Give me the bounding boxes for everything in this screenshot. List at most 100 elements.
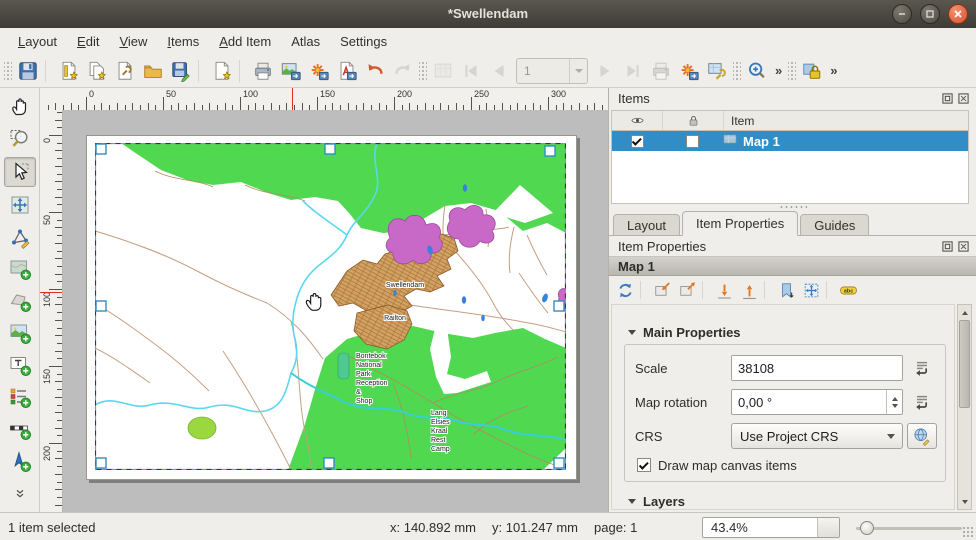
toolbar-overflow-button[interactable] [5,479,35,507]
resize-handle-se[interactable] [554,458,564,468]
spinner-buttons[interactable] [886,390,902,414]
add-map-button[interactable] [5,255,35,283]
layout-manager-button[interactable] [111,57,139,85]
scale-override-button[interactable] [907,355,937,381]
zoom-slider[interactable] [856,527,962,530]
label-settings-button[interactable]: abc [836,278,861,302]
zoom-level-combobox[interactable]: 43.4% [702,517,840,538]
scroll-thumb[interactable] [959,320,970,408]
crs-combobox[interactable]: Use Project CRS [731,423,903,449]
window-resize-grip[interactable] [962,526,973,537]
close-button[interactable] [948,4,968,24]
tab-layout[interactable]: Layout [613,214,680,235]
vertical-ruler[interactable]: 050100150200 [40,110,63,512]
toolbar-drag-handle[interactable] [788,60,796,82]
menu-items[interactable]: Items [157,31,209,52]
toolbar-drag-handle[interactable] [733,60,741,82]
set-map-extent-to-canvas-button[interactable] [650,278,675,302]
previous-feature-button[interactable] [485,57,513,85]
scale-input[interactable]: 38108 [731,355,903,381]
set-map-scale-to-canvas-button[interactable] [712,278,737,302]
next-feature-button[interactable] [591,57,619,85]
export-atlas-button[interactable] [675,57,703,85]
add-scalebar-button[interactable] [5,415,35,443]
save-as-template-button[interactable] [167,57,195,85]
menu-edit[interactable]: Edit [67,31,109,52]
zoom-tool-button[interactable] [5,125,35,153]
export-as-pdf-button[interactable] [333,57,361,85]
rotation-override-button[interactable] [907,389,937,415]
resize-handle-ne[interactable] [545,146,555,156]
items-row-map1[interactable]: Map 1 [612,131,968,151]
export-as-svg-button[interactable] [305,57,333,85]
atlas-settings-button[interactable] [703,57,731,85]
menu-add-item[interactable]: Add Item [209,31,281,52]
minimize-button[interactable] [892,4,912,24]
items-panel-float-button[interactable] [941,92,954,105]
print-atlas-button[interactable] [647,57,675,85]
menu-view[interactable]: View [109,31,157,52]
select-crs-button[interactable] [907,423,937,449]
first-feature-button[interactable] [457,57,485,85]
undo-button[interactable] [361,57,389,85]
add-label-button[interactable] [5,351,35,379]
menu-settings[interactable]: Settings [330,31,397,52]
toolbar-drag-handle[interactable] [419,60,427,82]
atlas-page-combobox[interactable]: 1 [516,58,588,84]
save-project-button[interactable] [14,57,42,85]
panel-resize-handle[interactable] [779,205,807,209]
resize-handle-sw[interactable] [96,458,106,468]
zoom-slider-handle[interactable] [860,521,874,535]
resize-handle-n[interactable] [325,144,335,154]
scroll-down-button[interactable] [958,495,971,508]
layout-canvas[interactable]: Swellendam Railton Bontebok National Par… [63,110,608,512]
export-as-image-button[interactable] [277,57,305,85]
zoom-combo-arrow[interactable] [817,518,839,537]
interactively-edit-extent-button[interactable] [799,278,824,302]
select-move-item-button[interactable] [4,157,36,187]
toolbar-overflow-icon[interactable]: » [771,63,786,78]
refresh-map-preview-button[interactable] [613,278,638,302]
horizontal-ruler[interactable]: 050100150200250300 [40,88,608,111]
print-layout-button[interactable] [249,57,277,85]
resize-handle-nw[interactable] [96,144,106,154]
item-properties-float-button[interactable] [941,240,954,253]
lock-checkbox[interactable] [686,135,699,148]
resize-handle-s[interactable] [324,458,334,468]
edit-nodes-item-button[interactable] [5,223,35,251]
item-properties-close-button[interactable] [957,240,970,253]
add-3d-map-button[interactable] [5,287,35,315]
toolbar-overflow-icon[interactable]: » [826,63,841,78]
add-picture-button[interactable] [5,319,35,347]
last-feature-button[interactable] [619,57,647,85]
tab-item-properties[interactable]: Item Properties [682,211,798,236]
redo-button[interactable] [389,57,417,85]
tab-guides[interactable]: Guides [800,214,869,235]
zoom-in-button[interactable] [743,57,771,85]
add-legend-button[interactable] [5,383,35,411]
toolbar-drag-handle[interactable] [4,60,12,82]
preview-atlas-button[interactable] [429,57,457,85]
menu-atlas[interactable]: Atlas [281,31,330,52]
scroll-up-button[interactable] [958,306,971,319]
pan-layout-button[interactable] [5,93,35,121]
section-layers[interactable]: Layers [628,494,954,509]
duplicate-layout-button[interactable] [83,57,111,85]
section-main-properties[interactable]: Main Properties [628,325,954,340]
visibility-checkbox[interactable] [631,135,644,148]
items-panel-close-button[interactable] [957,92,970,105]
new-layout-button[interactable] [55,57,83,85]
rotation-spinbox[interactable]: 0,00 ° [731,389,903,415]
view-extent-in-canvas-button[interactable] [675,278,700,302]
move-item-content-button[interactable] [5,191,35,219]
add-pages-button[interactable] [208,57,236,85]
layout-page[interactable]: Swellendam Railton Bontebok National Par… [86,135,577,480]
maximize-button[interactable] [920,4,940,24]
add-north-arrow-button[interactable] [5,447,35,475]
properties-scrollbar[interactable] [957,304,972,510]
bookmarks-button[interactable] [774,278,799,302]
menu-layout[interactable]: Layout [8,31,67,52]
set-canvas-to-map-scale-button[interactable] [737,278,762,302]
resize-handle-e[interactable] [554,301,564,311]
map-item[interactable]: Swellendam Railton Bontebok National Par… [95,143,566,470]
